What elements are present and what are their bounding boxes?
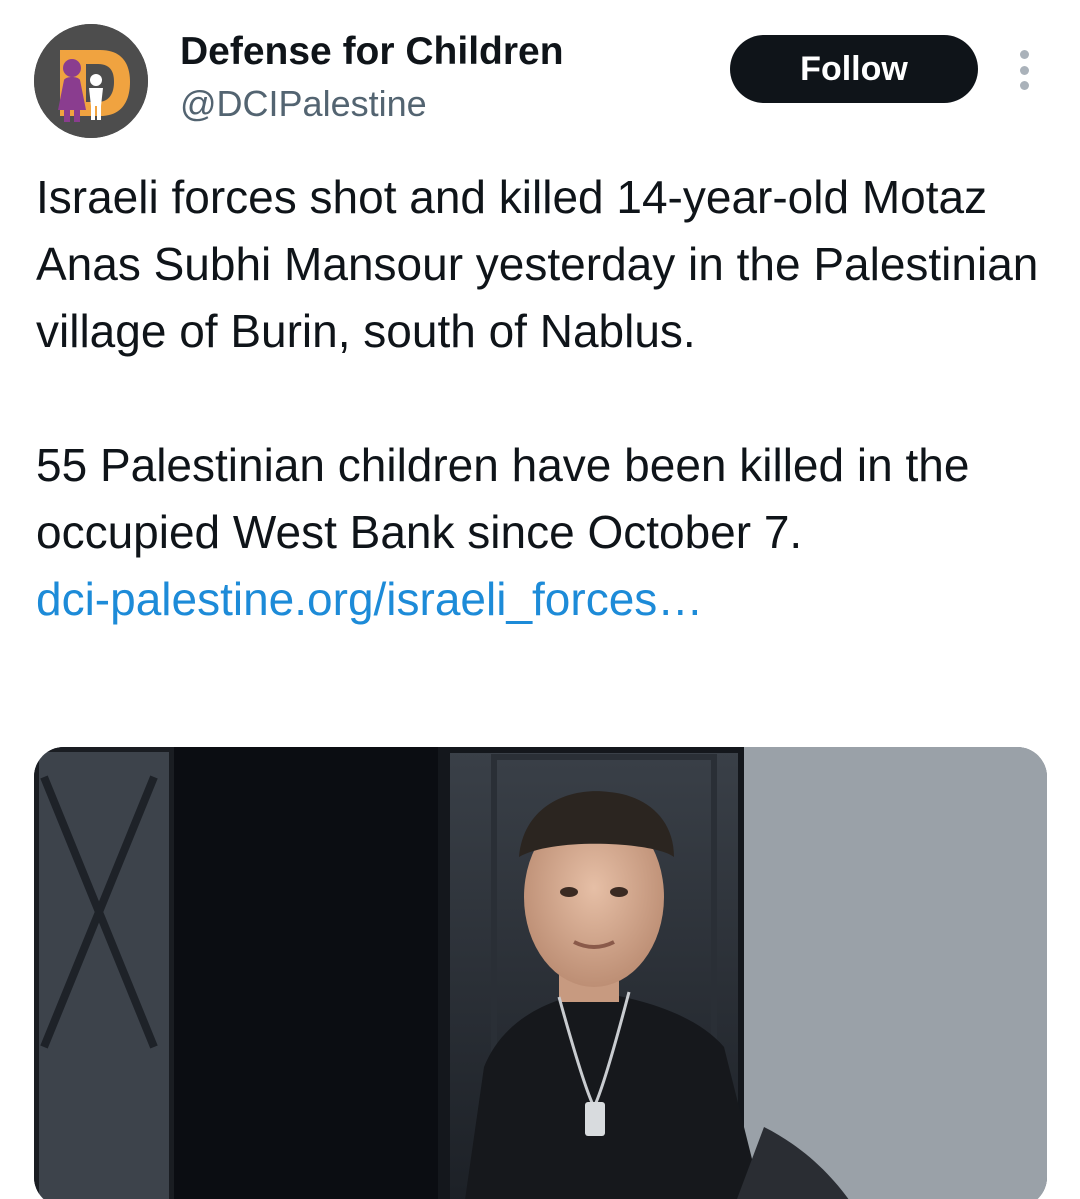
account-handle[interactable]: @DCIPalestine [180,83,427,125]
more-vertical-icon-dot [1019,65,1029,75]
display-name[interactable]: Defense for Children [180,30,564,74]
more-options-button[interactable] [1006,50,1042,90]
tweet-photo[interactable] [34,747,1047,1199]
follow-button[interactable]: Follow [730,35,978,103]
photo-image [34,747,1047,1199]
tweet-card: Defense for Children @DCIPalestine Follo… [0,0,1080,1199]
more-vertical-icon [1019,50,1029,59]
dci-logo-icon [34,24,148,138]
avatar[interactable] [34,24,148,138]
tweet-text: Israeli forces shot and killed 14-year-o… [36,164,1046,633]
tweet-link[interactable]: dci-palestine.org/israeli_forces… [36,573,703,625]
more-vertical-icon-dot [1019,81,1029,90]
tweet-paragraph: 55 Palestinian children have been killed… [36,439,970,558]
tweet-paragraph: Israeli forces shot and killed 14-year-o… [36,171,1039,357]
